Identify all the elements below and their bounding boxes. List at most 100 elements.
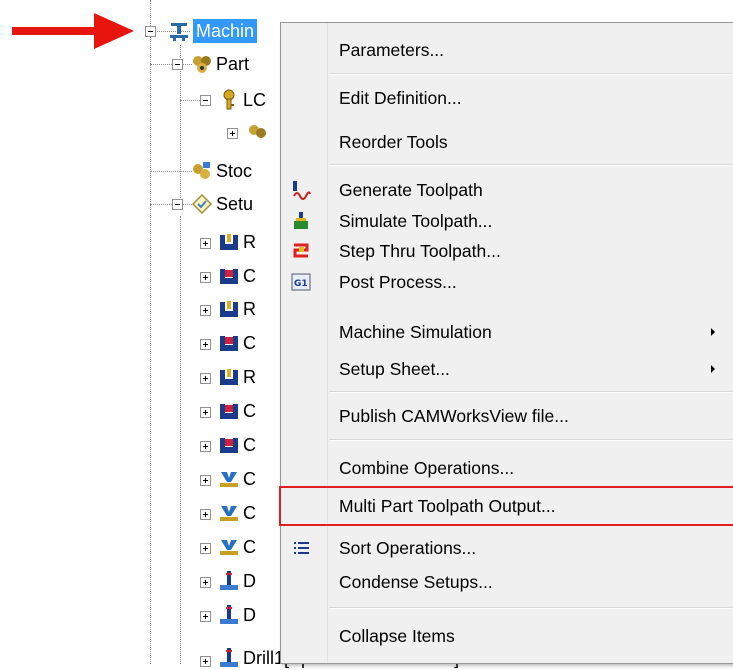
- tree-expander[interactable]: [200, 305, 211, 316]
- tree-node-label: C: [243, 333, 256, 353]
- tree-expander[interactable]: [172, 199, 183, 210]
- highlight-box: [279, 486, 733, 526]
- menu-item-machine-simulation[interactable]: Machine Simulation: [283, 317, 733, 347]
- menu-item-label: Sort Operations...: [339, 538, 477, 558]
- tree-expander[interactable]: [145, 26, 156, 37]
- contour-mill-icon: [220, 404, 238, 419]
- menu-separator: [329, 164, 733, 166]
- menu-item-generate-toolpath[interactable]: Generate Toolpath: [283, 175, 733, 205]
- tree-node-operation[interactable]: R: [218, 230, 256, 254]
- menu-item-label: Post Process...: [339, 272, 457, 292]
- tree-node-label: Stoc: [216, 161, 253, 181]
- tree-node-label: R: [243, 367, 256, 387]
- tree-node-label: R: [243, 299, 256, 319]
- tree-expander[interactable]: [200, 407, 211, 418]
- simulate-toolpath-icon: [294, 212, 308, 229]
- tree-node-label: D: [243, 571, 256, 591]
- tree-expander[interactable]: [200, 238, 211, 249]
- tree-node-operation[interactable]: C: [218, 501, 256, 525]
- tree-expander[interactable]: [200, 656, 211, 667]
- tree-node-lc[interactable]: LC: [218, 88, 266, 112]
- tree-node-part[interactable]: [246, 120, 271, 144]
- menu-item-setup-sheet[interactable]: Setup Sheet...: [283, 354, 733, 384]
- tree-expander[interactable]: [200, 339, 211, 350]
- step-thru-toolpath-icon: [293, 243, 309, 258]
- tree-node-label: Part: [216, 54, 250, 74]
- stock-manager-icon: [193, 162, 210, 179]
- tree-node-label: R: [243, 232, 256, 252]
- menu-item-label: Publish CAMWorksView file...: [339, 406, 569, 426]
- menu-item-collapse-items[interactable]: Collapse Items: [283, 621, 733, 651]
- tree-node-operation[interactable]: C: [218, 535, 256, 559]
- menu-item-label: Machine Simulation: [339, 322, 492, 342]
- menu-item-label: Reorder Tools: [339, 132, 448, 152]
- menu-item-sort-operations[interactable]: Sort Operations...: [283, 533, 733, 563]
- menu-item-label: Combine Operations...: [339, 458, 515, 478]
- tree-expander[interactable]: [200, 611, 211, 622]
- tree-node-operation[interactable]: D: [218, 569, 256, 593]
- menu-item-step-thru-toolpath[interactable]: Step Thru Toolpath...: [283, 236, 733, 266]
- tree-node-label: C: [243, 266, 256, 286]
- tree-expander[interactable]: [200, 475, 211, 486]
- menu-item-label: Edit Definition...: [339, 88, 462, 108]
- menu-item-label: Condense Setups...: [339, 572, 493, 592]
- tree-expander[interactable]: [200, 95, 211, 106]
- menu-item-simulate-toolpath[interactable]: Simulate Toolpath...: [283, 206, 733, 236]
- menu-item-label: Parameters...: [339, 40, 445, 60]
- menu-item-condense-setups[interactable]: Condense Setups...: [283, 567, 733, 597]
- post-process-icon: G1: [291, 273, 311, 291]
- submenu-arrow-icon: [711, 365, 715, 373]
- tree-node-operation[interactable]: C: [218, 331, 256, 355]
- tree-expander[interactable]: [200, 509, 211, 520]
- menu-item-parameters[interactable]: Parameters...: [283, 35, 733, 65]
- tree-expander[interactable]: [200, 577, 211, 588]
- context-menu: Parameters... Edit Definition... Reorder…: [279, 22, 733, 664]
- tree-expander[interactable]: [227, 128, 238, 139]
- tree-expander[interactable]: [200, 272, 211, 283]
- tree-expander[interactable]: [200, 543, 211, 554]
- menu-item-reorder-tools[interactable]: Reorder Tools: [283, 127, 733, 157]
- menu-item-post-process[interactable]: G1 Post Process...: [283, 267, 733, 297]
- menu-item-label: Step Thru Toolpath...: [339, 241, 501, 261]
- menu-item-edit-definition[interactable]: Edit Definition...: [283, 83, 733, 113]
- tree-node-stock[interactable]: Stoc: [191, 159, 252, 183]
- tree-node-machine[interactable]: Machin: [168, 19, 258, 43]
- key-icon: [223, 89, 235, 110]
- tree-node-label: C: [243, 503, 256, 523]
- menu-item-label: Generate Toolpath: [339, 180, 483, 200]
- tree-node-operation[interactable]: R: [218, 365, 256, 389]
- tree-node-label: Machin: [193, 19, 258, 43]
- tree-node-part-manager[interactable]: Part: [191, 52, 249, 76]
- tree-node-label: C: [243, 401, 256, 421]
- tree-node-label: Setu: [216, 194, 254, 214]
- rough-mill-icon: [220, 234, 238, 250]
- menu-item-combine-operations[interactable]: Combine Operations...: [283, 453, 733, 483]
- tree-node-operation[interactable]: R: [218, 297, 256, 321]
- menu-item-publish-camworksview[interactable]: Publish CAMWorksView file...: [283, 401, 733, 431]
- menu-separator: [329, 391, 733, 393]
- tree-node-label: D: [243, 605, 256, 625]
- menu-separator: [329, 607, 733, 609]
- tree-node-operation[interactable]: C: [218, 467, 256, 491]
- menu-separator: [329, 73, 733, 75]
- rough-mill-icon: [220, 369, 238, 385]
- drill-icon: [220, 571, 238, 590]
- sort-operations-icon: [294, 542, 309, 554]
- tree-node-operation[interactable]: C: [218, 264, 256, 288]
- part-icon: [249, 125, 266, 138]
- tree-expander[interactable]: [200, 373, 211, 384]
- tree-node-label: C: [243, 537, 256, 557]
- tree-expander[interactable]: [200, 441, 211, 452]
- tree-expander[interactable]: [172, 59, 183, 70]
- tree-node-operation[interactable]: C: [218, 399, 256, 423]
- tree-node-operation[interactable]: D: [218, 603, 256, 627]
- machine-icon: [170, 23, 188, 41]
- center-drill-icon: [220, 540, 238, 555]
- menu-item-label: Setup Sheet...: [339, 359, 450, 379]
- tree-node-setup[interactable]: Setu: [191, 192, 253, 216]
- tree-node-label: C: [243, 435, 256, 455]
- tree-node-operation[interactable]: C: [218, 433, 256, 457]
- svg-text:G1: G1: [294, 279, 308, 289]
- submenu-arrow-icon: [711, 328, 715, 336]
- drill-icon: [220, 648, 238, 667]
